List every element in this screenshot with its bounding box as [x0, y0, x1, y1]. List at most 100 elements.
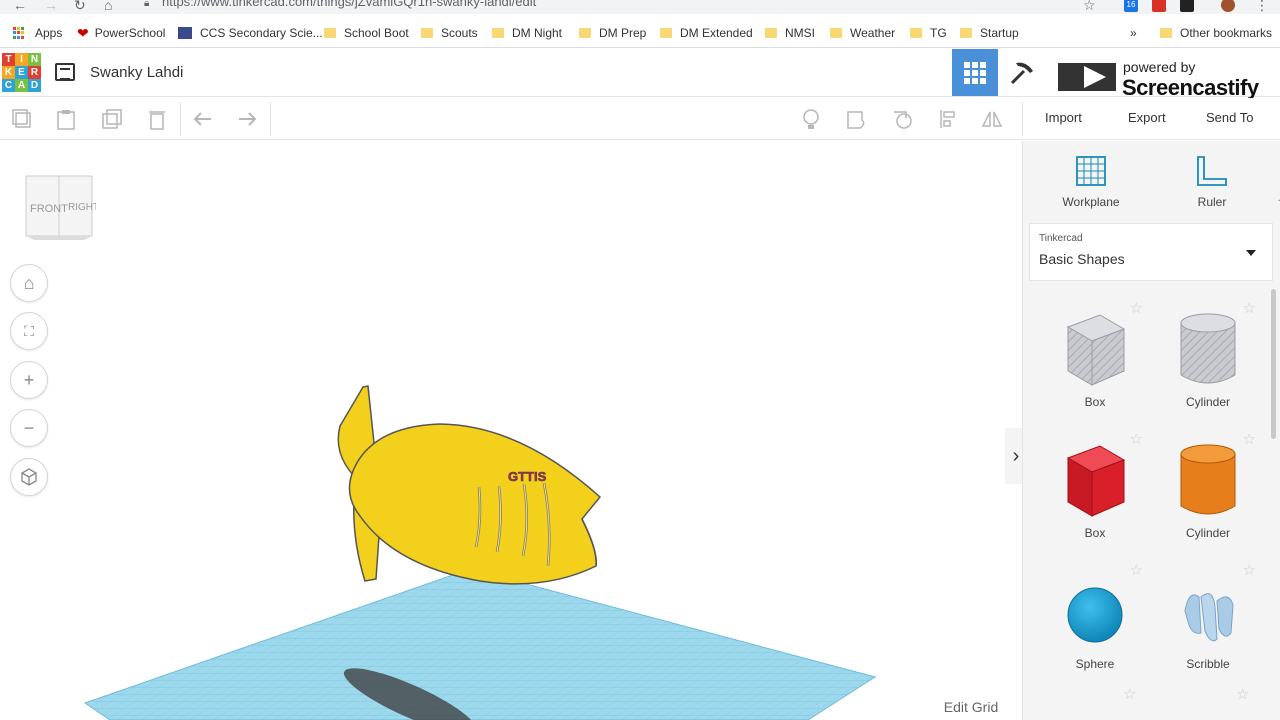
extension-badge[interactable]: 16	[1124, 0, 1138, 12]
scribble-icon	[1184, 593, 1234, 642]
group-icon[interactable]	[846, 108, 868, 130]
back-arrow-icon[interactable]: ←	[13, 0, 27, 13]
bookmark-folder[interactable]: TG	[910, 25, 947, 41]
bookmark-star-icon[interactable]: ☆	[1083, 0, 1096, 14]
shape-grid: ☆ Box ☆ Cylinder ☆ Box ☆ Cylinder ☆ Sphe…	[1023, 293, 1273, 720]
bookmark-apps[interactable]: Apps	[13, 25, 62, 41]
design-list-icon[interactable]	[55, 63, 75, 81]
fit-view-icon: ⛶	[24, 322, 34, 339]
plus-icon: +	[23, 369, 35, 390]
address-bar[interactable]: 🔒︎ https://www.tinkercad.com/things/jZva…	[132, 0, 1107, 12]
favorite-star-icon[interactable]: ☆	[1130, 430, 1143, 448]
folder-icon	[660, 28, 672, 38]
view-cube-front: FRONT	[30, 203, 68, 215]
screencastify-logo-icon	[1058, 63, 1116, 91]
bookmark-ccs[interactable]: CCS Secondary Scie...	[178, 25, 323, 41]
workplane-grid[interactable]	[83, 568, 877, 720]
scene-graphics: GTTIS	[83, 385, 877, 720]
toolbar-divider	[270, 102, 271, 136]
apps-grid-icon	[13, 27, 25, 39]
duplicate-icon[interactable]	[101, 108, 123, 130]
extension-icon[interactable]	[1180, 0, 1194, 12]
shape-label: Scribble	[1186, 657, 1230, 671]
project-title[interactable]: Swanky Lahdi	[90, 64, 183, 81]
bookmark-folder[interactable]: DM Extended	[660, 25, 753, 41]
logo-letter: K	[2, 66, 15, 79]
shape-item[interactable]: ☆ Box	[1039, 424, 1151, 546]
shape-item[interactable]: ☆ Scribble	[1152, 555, 1264, 677]
bookmark-powerschool[interactable]: ❤ PowerSchool	[77, 25, 165, 41]
shape-item[interactable]: ☆ Sphere	[1039, 555, 1151, 677]
bookmark-folder[interactable]: Scouts	[421, 25, 478, 41]
workplane-icon	[1076, 156, 1106, 186]
shape-item[interactable]: ☆ Cylinder	[1152, 424, 1264, 546]
delete-icon[interactable]	[146, 108, 168, 130]
bookmark-folder[interactable]: Weather	[830, 25, 895, 41]
zoom-out-button[interactable]: −	[10, 409, 48, 447]
copy-icon[interactable]	[11, 108, 33, 130]
bookmark-folder[interactable]: NMSI	[765, 25, 815, 41]
lightbulb-icon[interactable]	[800, 108, 822, 130]
favorite-star-icon[interactable]: ☆	[1243, 299, 1256, 317]
ruler-label: Ruler	[1197, 195, 1227, 209]
menu-dots-icon[interactable]: ⋮	[1255, 0, 1269, 14]
favorite-star-icon[interactable]: ☆	[1130, 561, 1143, 579]
perspective-button[interactable]	[10, 458, 48, 496]
panel-scrollbar[interactable]	[1271, 289, 1276, 439]
logo-letter: A	[15, 79, 28, 92]
favorite-star-icon[interactable]: ☆	[1123, 685, 1136, 703]
import-button[interactable]: Import	[1045, 110, 1082, 125]
bookmark-folder[interactable]: School Boot	[324, 25, 409, 41]
ungroup-icon[interactable]	[892, 108, 914, 130]
bookmark-folder[interactable]: DM Prep	[579, 25, 646, 41]
app-header: T I N K E R C A D Swanky Lahdi powered b…	[0, 49, 1280, 100]
favorite-star-icon[interactable]: ☆	[1243, 430, 1256, 448]
ruler-tool[interactable]: Ruler	[1172, 155, 1252, 209]
minecraft-pickaxe-icon[interactable]	[1000, 49, 1044, 96]
favorite-star-icon[interactable]: ☆	[1243, 561, 1256, 579]
edit-grid-button[interactable]: Edit Grid	[929, 694, 1013, 720]
align-icon[interactable]	[938, 108, 960, 130]
folder-icon	[960, 28, 972, 38]
bookmark-folder[interactable]: DM Night	[492, 25, 562, 41]
forward-arrow-icon[interactable]: →	[44, 0, 58, 13]
export-button[interactable]: Export	[1128, 110, 1166, 125]
extension-icon[interactable]	[1152, 0, 1166, 12]
fit-view-button[interactable]: ⛶	[10, 312, 48, 350]
home-icon[interactable]: ⌂	[104, 0, 112, 13]
logo-letter: R	[28, 66, 41, 79]
folder-icon	[765, 28, 777, 38]
mirror-icon[interactable]	[981, 108, 1003, 130]
3d-view-button[interactable]	[952, 49, 998, 96]
bookmark-folder[interactable]: Startup	[960, 25, 1019, 41]
paste-icon[interactable]	[55, 108, 77, 130]
view-cube[interactable]: FRONT RIGHT	[22, 174, 96, 240]
grid-icon	[964, 61, 986, 84]
tinkercad-logo[interactable]: T I N K E R C A D	[2, 53, 42, 93]
favorite-star-icon[interactable]: ☆	[1130, 299, 1143, 317]
collapse-panel-button[interactable]: ›	[1005, 428, 1022, 484]
shape-item[interactable]: ☆ Cylinder	[1152, 293, 1264, 415]
minus-icon: −	[23, 417, 35, 438]
bookmarks-overflow[interactable]: »	[1130, 25, 1137, 41]
home-icon: ⌂	[23, 272, 35, 293]
workplane-canvas[interactable]: GTTIS FRONT RIGHT ⌂ ⛶ + − Edit Grid ›	[0, 141, 1022, 720]
other-bookmarks[interactable]: Other bookmarks	[1160, 25, 1272, 41]
redo-icon[interactable]	[236, 108, 258, 130]
profile-avatar[interactable]	[1221, 0, 1235, 12]
shape-library-select[interactable]: Tinkercad Basic Shapes	[1029, 223, 1273, 281]
folder-icon	[1160, 28, 1172, 38]
undo-icon[interactable]	[192, 108, 214, 130]
favorite-star-icon[interactable]: ☆	[1236, 685, 1249, 703]
reload-icon[interactable]: ↻	[74, 0, 86, 14]
shapes-panel: Workplane Ruler ◂ Tinkercad Basic Shapes…	[1022, 141, 1280, 720]
dropdown-caret-icon	[1246, 250, 1256, 256]
workplane-tool[interactable]: Workplane	[1051, 155, 1131, 209]
home-view-button[interactable]: ⌂	[10, 264, 48, 302]
yellow-fish-model[interactable]: GTTIS	[337, 385, 602, 585]
shape-label: Box	[1084, 395, 1106, 409]
shape-label: Box	[1084, 526, 1106, 540]
shape-item[interactable]: ☆ Box	[1039, 293, 1151, 415]
zoom-in-button[interactable]: +	[10, 361, 48, 399]
send-to-button[interactable]: Send To	[1206, 110, 1253, 125]
